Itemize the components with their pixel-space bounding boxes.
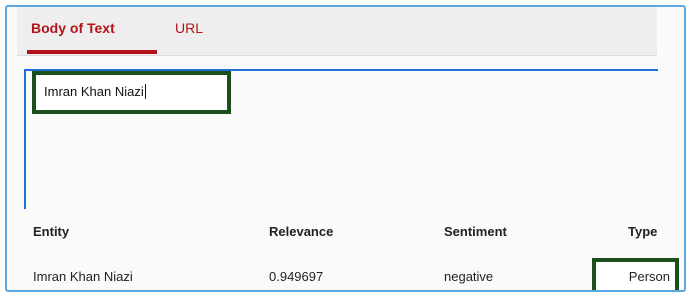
column-header-entity: Entity bbox=[33, 224, 70, 239]
tab-bar: Body of Text URL bbox=[17, 7, 657, 56]
column-header-relevance: Relevance bbox=[269, 224, 334, 239]
text-input-value[interactable]: Imran Khan Niazi bbox=[44, 84, 146, 99]
column-header-type: Type bbox=[628, 224, 658, 239]
column-header-sentiment: Sentiment bbox=[444, 224, 507, 239]
cell-type: Person bbox=[628, 269, 670, 284]
cell-sentiment: negative bbox=[444, 269, 494, 284]
tab-body-of-text[interactable]: Body of Text bbox=[31, 20, 115, 36]
cell-entity: Imran Khan Niazi bbox=[33, 269, 133, 284]
text-input-highlight[interactable]: Imran Khan Niazi bbox=[32, 71, 231, 114]
tab-url[interactable]: URL bbox=[175, 20, 203, 36]
cell-relevance: 0.949697 bbox=[269, 269, 324, 284]
entity-extraction-panel: Body of Text URL Imran Khan Niazi Entity… bbox=[5, 5, 686, 292]
active-tab-indicator bbox=[27, 50, 157, 54]
type-cell-highlight: Person bbox=[592, 258, 679, 290]
text-caret bbox=[144, 84, 146, 99]
